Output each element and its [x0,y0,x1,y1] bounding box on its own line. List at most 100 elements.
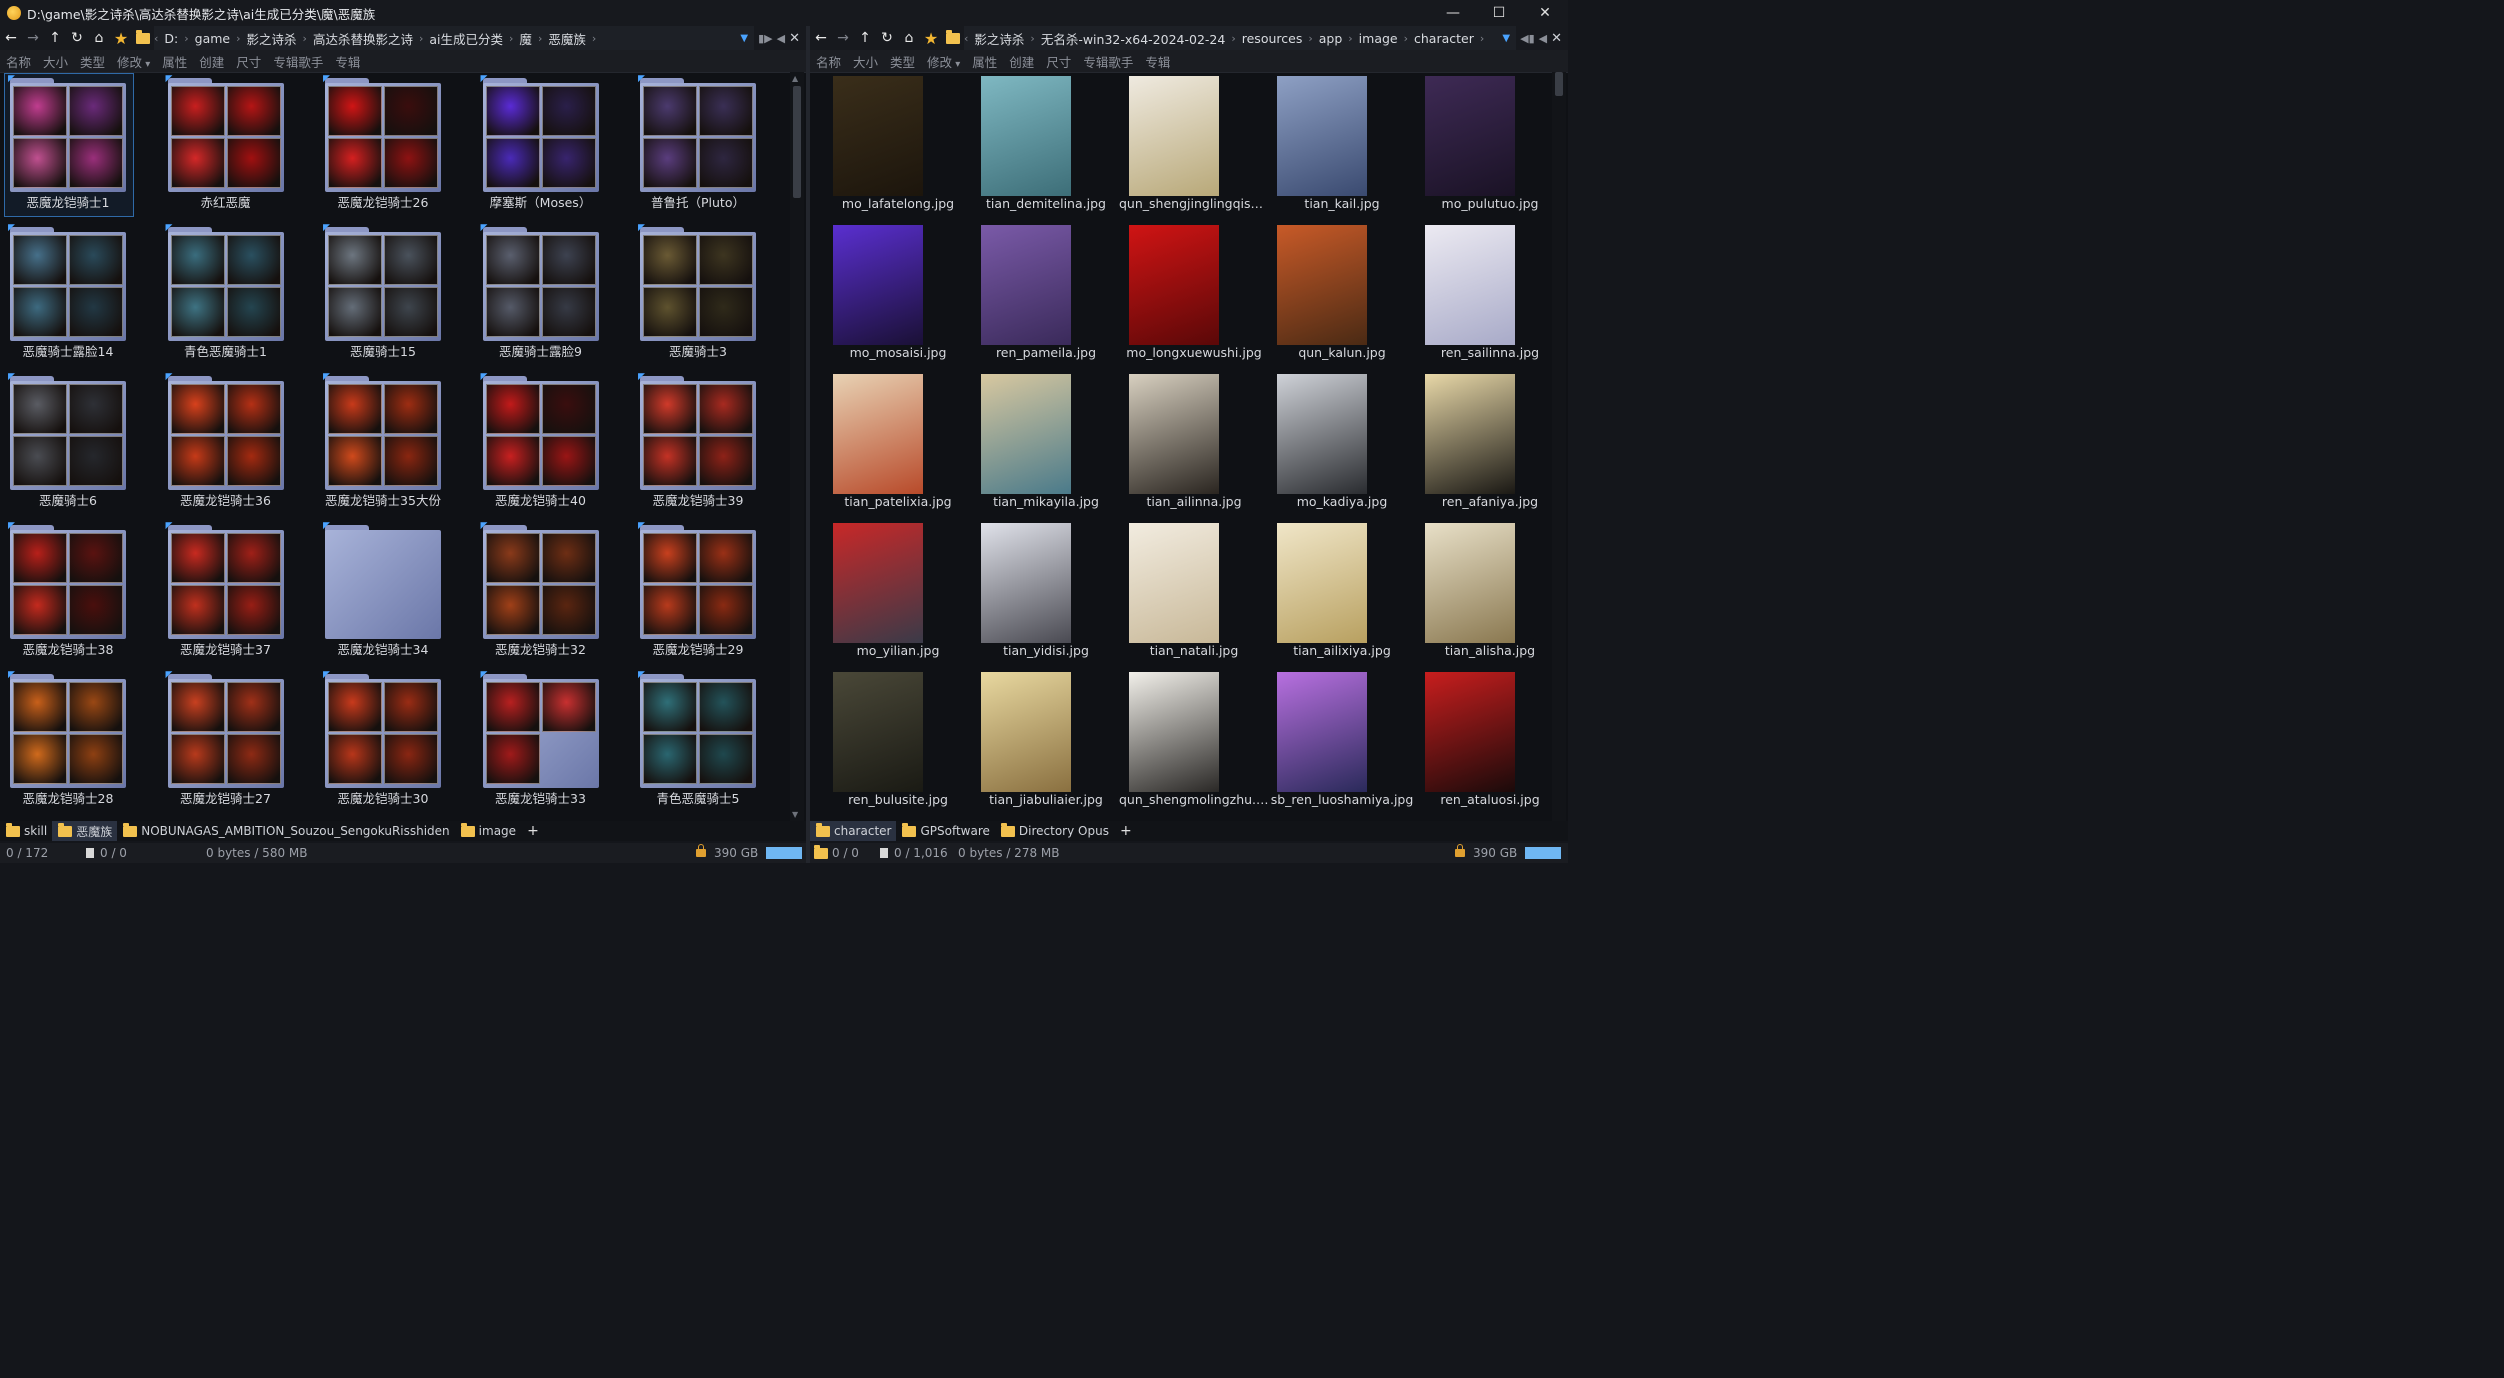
file-item[interactable]: tian_jiabuliaier.jpg [981,668,1129,817]
scrollbar-thumb[interactable] [793,86,801,198]
column-1[interactable]: 大小 [37,52,74,71]
breadcrumb-item[interactable]: 高达杀替换影之诗 [307,29,419,48]
folder-item[interactable]: ◤ 恶魔骑士3 [631,221,788,370]
folder-item[interactable]: ◤ 恶魔龙铠骑士27 [159,668,316,817]
folder-item[interactable]: ◤ 恶魔龙铠骑士29 [631,519,788,668]
file-item[interactable]: tian_patelixia.jpg [833,370,981,519]
vertical-scrollbar[interactable]: ▲ ▼ [790,72,804,821]
file-item[interactable]: tian_yidisi.jpg [981,519,1129,668]
folder-item[interactable]: ◤ 青色恶魔骑士5 [631,668,788,817]
sync-icon[interactable]: ▮▶ [758,32,773,45]
folder-item[interactable]: ◤ 恶魔龙铠骑士28 [1,668,158,817]
folder-tab-item[interactable]: character [810,821,897,841]
breadcrumb-item[interactable]: 魔 [513,29,538,48]
column-8[interactable]: 专辑 [1139,52,1176,71]
breadcrumb-item[interactable]: image [1353,31,1404,46]
folder-item[interactable]: ◤ 恶魔龙铠骑士37 [159,519,316,668]
path-dropdown-icon[interactable]: ▼ [1496,33,1516,44]
file-item[interactable]: ren_ataluosi.jpg [1425,668,1568,817]
folder-item[interactable]: ◤ 青色恶魔骑士1 [159,221,316,370]
column-0[interactable]: 名称 [0,52,37,71]
file-item[interactable]: qun_shengmolingzhu.jpg [1119,668,1277,817]
forward-icon[interactable]: → [832,26,854,50]
column-2[interactable]: 类型 [884,52,921,71]
folder-item[interactable]: ◤ 恶魔龙铠骑士36 [159,370,316,519]
refresh-icon[interactable]: ↻ [66,26,88,50]
folder-item[interactable]: ◤ 摩塞斯（Moses） [474,72,631,221]
folder-item[interactable]: ◤ 恶魔龙铠骑士39 [631,370,788,519]
column-6[interactable]: 尺寸 [230,52,267,71]
folder-tab-item[interactable]: NOBUNAGAS_AMBITION_Souzou_SengokuRisshid… [117,821,454,841]
file-item[interactable]: mo_longxuewushi.jpg [1126,221,1277,370]
close-pane-icon[interactable]: ✕ [789,31,800,46]
folder-tab-item[interactable]: 恶魔族 [52,821,118,841]
folder-tab-item[interactable]: image [455,821,521,841]
swap-icon[interactable]: ◀▮ [1520,32,1535,45]
breadcrumb-item[interactable]: D: [158,31,184,46]
file-item[interactable]: ren_pameila.jpg [981,221,1129,370]
home-icon[interactable]: ⌂ [898,26,920,50]
close-button[interactable]: ✕ [1522,0,1568,26]
column-0[interactable]: 名称 [810,52,847,71]
home-icon[interactable]: ⌂ [88,26,110,50]
breadcrumb-item[interactable]: 影之诗杀 [241,29,303,48]
folder-item[interactable]: ◤ 恶魔龙铠骑士1 [1,72,158,221]
folder-item[interactable]: ◤ 恶魔龙铠骑士35大份 [316,370,473,519]
file-item[interactable]: sb_ren_luoshamiya.jpg [1271,668,1425,817]
column-1[interactable]: 大小 [847,52,884,71]
folder-tab-item[interactable]: skill [0,821,52,841]
file-item[interactable]: tian_kail.jpg [1277,72,1425,221]
file-item[interactable]: tian_demitelina.jpg [981,72,1129,221]
column-7[interactable]: 专辑歌手 [267,52,329,71]
folder-item[interactable]: ◤ 普鲁托（Pluto） [631,72,788,221]
column-7[interactable]: 专辑歌手 [1077,52,1139,71]
swap-icon[interactable]: ◀ [777,32,785,45]
folder-tab-item[interactable]: Directory Opus [995,821,1114,841]
breadcrumb-item[interactable]: character [1408,31,1480,46]
column-4[interactable]: 属性 [966,52,1003,71]
file-item[interactable]: tian_mikayila.jpg [981,370,1129,519]
favorites-star-icon[interactable]: ★ [920,26,942,50]
breadcrumb-item[interactable]: app [1313,31,1349,46]
file-item[interactable]: qun_shengjinglingqishit... [1119,72,1277,221]
scroll-down-icon[interactable]: ▼ [792,810,798,819]
path-dropdown-icon[interactable]: ▼ [734,33,754,44]
minimize-button[interactable]: — [1430,0,1476,26]
folder-item[interactable]: ◤ 赤红恶魔 [159,72,316,221]
column-5[interactable]: 创建 [1003,52,1040,71]
column-3[interactable]: 修改 [111,52,156,71]
file-item[interactable]: tian_natali.jpg [1129,519,1277,668]
back-icon[interactable]: ← [810,26,832,50]
file-item[interactable]: mo_pulutuo.jpg [1425,72,1568,221]
folder-tab-item[interactable]: GPSoftware [896,821,994,841]
up-icon[interactable]: ↑ [854,26,876,50]
file-item[interactable]: tian_alisha.jpg [1425,519,1568,668]
up-icon[interactable]: ↑ [44,26,66,50]
folder-item[interactable]: ◤ 恶魔龙铠骑士38 [1,519,158,668]
file-item[interactable]: qun_kalun.jpg [1277,221,1425,370]
add-tab-icon[interactable]: + [521,823,545,839]
file-item[interactable]: mo_yilian.jpg [833,519,981,668]
scrollbar-thumb[interactable] [1555,72,1563,96]
folder-item[interactable]: ◤ 恶魔龙铠骑士26 [316,72,473,221]
folder-item[interactable]: ◤ 恶魔龙铠骑士30 [316,668,473,817]
forward-icon[interactable]: → [22,26,44,50]
folder-item[interactable]: ◤ 恶魔骑士15 [316,221,473,370]
close-pane-icon[interactable]: ✕ [1551,31,1562,46]
folder-item[interactable]: ◤ 恶魔龙铠骑士33 [474,668,631,817]
folder-item[interactable]: ◤ 恶魔骑士露脸14 [1,221,158,370]
vertical-scrollbar[interactable] [1552,72,1566,821]
folder-item[interactable]: ◤ 恶魔龙铠骑士34 [316,519,473,668]
column-4[interactable]: 属性 [156,52,193,71]
file-item[interactable]: ren_afaniya.jpg [1425,370,1568,519]
folder-item[interactable]: ◤ 恶魔骑士6 [1,370,158,519]
file-item[interactable]: ren_sailinna.jpg [1425,221,1568,370]
file-item[interactable]: tian_ailixiya.jpg [1277,519,1425,668]
file-item[interactable]: tian_ailinna.jpg [1129,370,1277,519]
column-8[interactable]: 专辑 [329,52,366,71]
breadcrumb-item[interactable]: 无名杀-win32-x64-2024-02-24 [1035,29,1232,48]
back-icon[interactable]: ← [0,26,22,50]
file-item[interactable]: mo_mosaisi.jpg [833,221,981,370]
folder-item[interactable]: ◤ 恶魔龙铠骑士40 [474,370,631,519]
breadcrumb-item[interactable]: resources [1236,31,1309,46]
